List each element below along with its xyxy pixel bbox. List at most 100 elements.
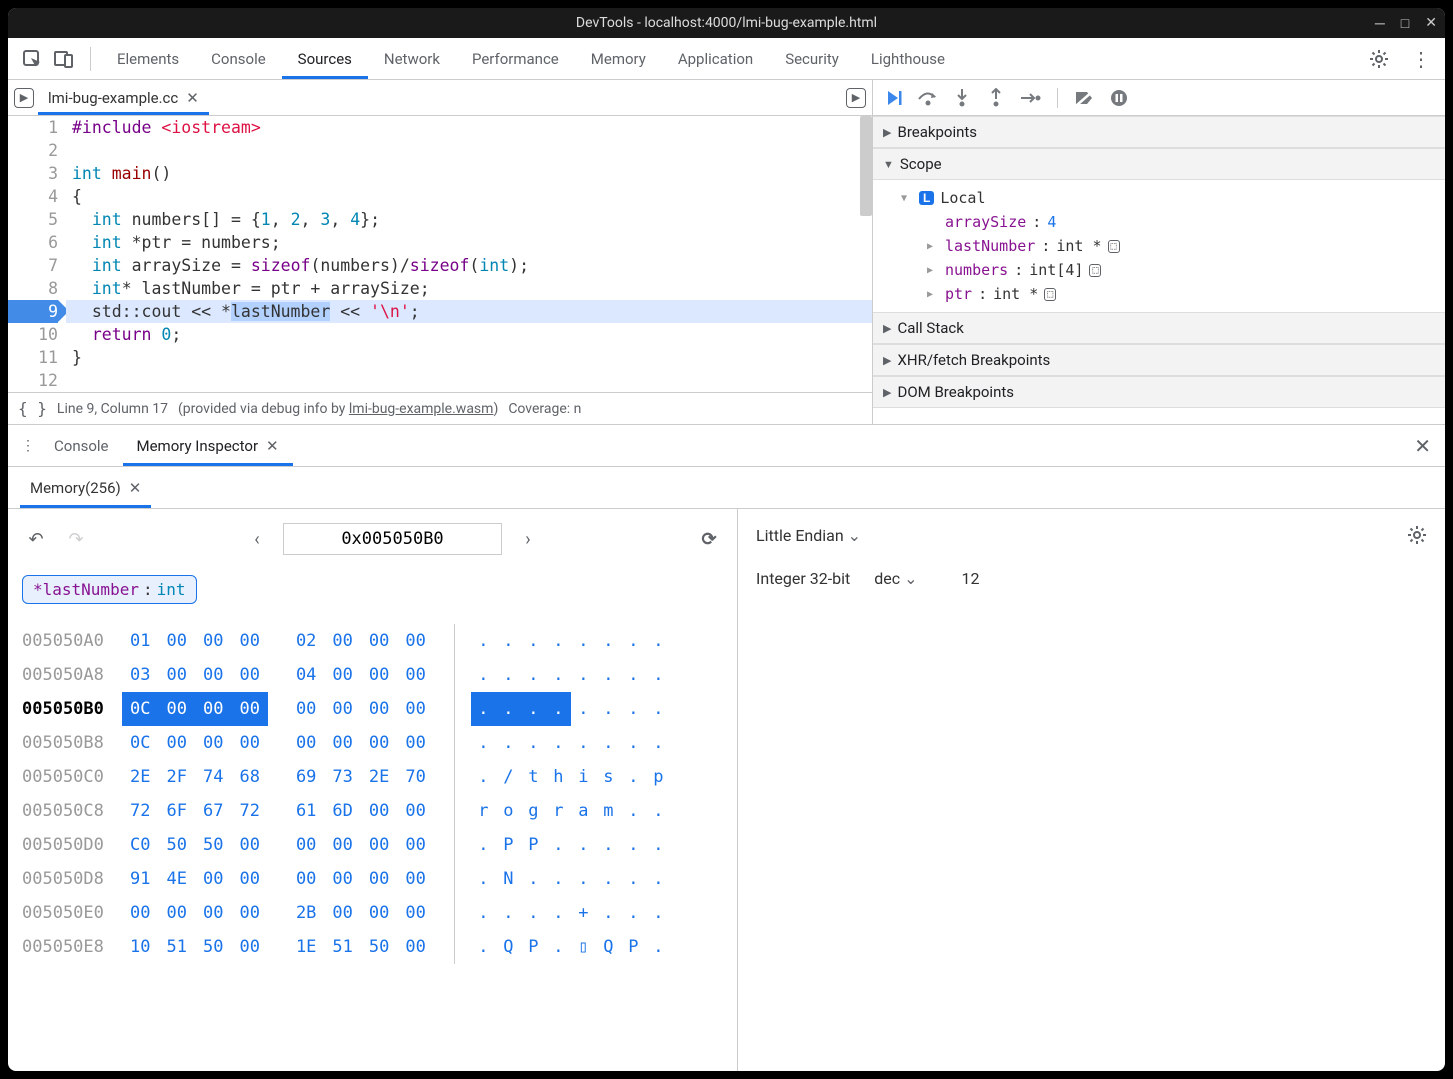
scope-var-numbers[interactable]: ▶ numbers: int[4] ⬚: [893, 258, 1445, 282]
hex-byte[interactable]: 72: [231, 794, 267, 828]
ascii-char[interactable]: .: [621, 658, 646, 692]
hex-byte[interactable]: 00: [361, 658, 397, 692]
hex-byte[interactable]: 50: [195, 828, 231, 862]
ascii-char[interactable]: .: [596, 862, 621, 896]
ascii-char[interactable]: .: [521, 896, 546, 930]
device-icon[interactable]: [48, 43, 80, 75]
memory-tab[interactable]: Memory(256) ✕: [20, 467, 151, 508]
ascii-char[interactable]: .: [471, 692, 496, 726]
hex-byte[interactable]: 50: [361, 930, 397, 964]
hex-byte[interactable]: 2E: [122, 760, 158, 794]
hex-byte[interactable]: 00: [158, 692, 194, 726]
hex-byte[interactable]: 00: [397, 692, 433, 726]
step-icon[interactable]: [1019, 87, 1041, 109]
hex-byte[interactable]: 50: [195, 930, 231, 964]
ascii-char[interactable]: .: [621, 794, 646, 828]
ascii-char[interactable]: .: [646, 794, 671, 828]
ascii-char[interactable]: .: [546, 726, 571, 760]
navigator-icon[interactable]: ▶: [14, 88, 34, 108]
hex-byte[interactable]: 00: [288, 862, 324, 896]
ascii-char[interactable]: .: [621, 692, 646, 726]
close-tab-icon[interactable]: ✕: [129, 479, 142, 497]
ascii-char[interactable]: r: [471, 794, 496, 828]
hex-byte[interactable]: 61: [288, 794, 324, 828]
hex-byte[interactable]: 00: [122, 896, 158, 930]
hex-byte[interactable]: 00: [397, 794, 433, 828]
hex-byte[interactable]: 00: [158, 726, 194, 760]
hex-byte[interactable]: 2B: [288, 896, 324, 930]
ascii-char[interactable]: .: [646, 828, 671, 862]
ascii-char[interactable]: .: [521, 658, 546, 692]
ascii-char[interactable]: .: [546, 896, 571, 930]
ascii-char[interactable]: o: [496, 794, 521, 828]
hex-byte[interactable]: 00: [231, 726, 267, 760]
ascii-char[interactable]: .: [596, 658, 621, 692]
ascii-char[interactable]: .: [521, 624, 546, 658]
hex-byte[interactable]: 02: [288, 624, 324, 658]
hex-byte[interactable]: 00: [231, 896, 267, 930]
hex-byte[interactable]: 00: [231, 930, 267, 964]
hex-byte[interactable]: 00: [158, 624, 194, 658]
ascii-char[interactable]: .: [521, 726, 546, 760]
ascii-char[interactable]: /: [496, 760, 521, 794]
ascii-char[interactable]: .: [571, 862, 596, 896]
ascii-char[interactable]: .: [496, 726, 521, 760]
ascii-char[interactable]: P: [521, 828, 546, 862]
hex-byte[interactable]: 51: [158, 930, 194, 964]
ascii-char[interactable]: .: [646, 862, 671, 896]
hex-byte[interactable]: 00: [195, 692, 231, 726]
scope-var-arraysize[interactable]: arraySize: 4: [893, 210, 1445, 234]
more-icon[interactable]: ⋮: [1405, 43, 1437, 75]
ascii-char[interactable]: .: [596, 828, 621, 862]
hex-byte[interactable]: 2F: [158, 760, 194, 794]
tab-network[interactable]: Network: [368, 38, 456, 79]
gear-icon[interactable]: [1363, 43, 1395, 75]
tab-sources[interactable]: Sources: [282, 38, 368, 79]
hex-byte[interactable]: 91: [122, 862, 158, 896]
ascii-char[interactable]: .: [471, 862, 496, 896]
hex-byte[interactable]: 67: [195, 794, 231, 828]
step-into-icon[interactable]: [951, 87, 973, 109]
ascii-char[interactable]: .: [646, 692, 671, 726]
hex-byte[interactable]: 00: [361, 794, 397, 828]
ascii-char[interactable]: .: [646, 726, 671, 760]
hex-byte[interactable]: 00: [195, 862, 231, 896]
ascii-char[interactable]: t: [521, 760, 546, 794]
ascii-char[interactable]: ▯: [571, 930, 596, 964]
hex-byte[interactable]: 00: [324, 658, 360, 692]
ascii-char[interactable]: r: [546, 794, 571, 828]
hex-byte[interactable]: 6F: [158, 794, 194, 828]
hex-byte[interactable]: 00: [324, 726, 360, 760]
hex-byte[interactable]: 73: [324, 760, 360, 794]
hex-byte[interactable]: 00: [324, 828, 360, 862]
ascii-char[interactable]: P: [621, 930, 646, 964]
hex-byte[interactable]: 00: [231, 828, 267, 862]
hex-byte[interactable]: 00: [324, 862, 360, 896]
resume-icon[interactable]: [883, 87, 905, 109]
wasm-link[interactable]: lmi-bug-example.wasm: [349, 401, 494, 417]
tab-performance[interactable]: Performance: [456, 38, 575, 79]
hex-byte[interactable]: 00: [324, 896, 360, 930]
ascii-char[interactable]: .: [521, 692, 546, 726]
hex-byte[interactable]: 00: [397, 726, 433, 760]
hex-byte[interactable]: 00: [361, 896, 397, 930]
tab-console[interactable]: Console: [195, 38, 282, 79]
close-drawer-icon[interactable]: ✕: [1414, 434, 1437, 458]
ascii-char[interactable]: h: [546, 760, 571, 794]
redo-icon[interactable]: ↷: [62, 529, 90, 550]
next-page-icon[interactable]: ›: [514, 529, 542, 550]
ascii-char[interactable]: .: [546, 930, 571, 964]
tab-application[interactable]: Application: [662, 38, 769, 79]
ascii-char[interactable]: .: [471, 896, 496, 930]
drawer-more-icon[interactable]: ⋮: [16, 438, 40, 454]
step-over-icon[interactable]: [917, 87, 939, 109]
scope-var-ptr[interactable]: ▶ ptr: int * ⬚: [893, 282, 1445, 306]
hex-byte[interactable]: 00: [195, 896, 231, 930]
close-tab-icon[interactable]: ✕: [266, 437, 279, 455]
ascii-char[interactable]: a: [571, 794, 596, 828]
close-tab-icon[interactable]: ✕: [186, 89, 199, 107]
snippets-icon[interactable]: ▶: [846, 88, 866, 108]
ascii-char[interactable]: p: [646, 760, 671, 794]
hex-grid[interactable]: 005050A00100000002000000........005050A8…: [22, 624, 723, 964]
hex-byte[interactable]: 00: [361, 726, 397, 760]
